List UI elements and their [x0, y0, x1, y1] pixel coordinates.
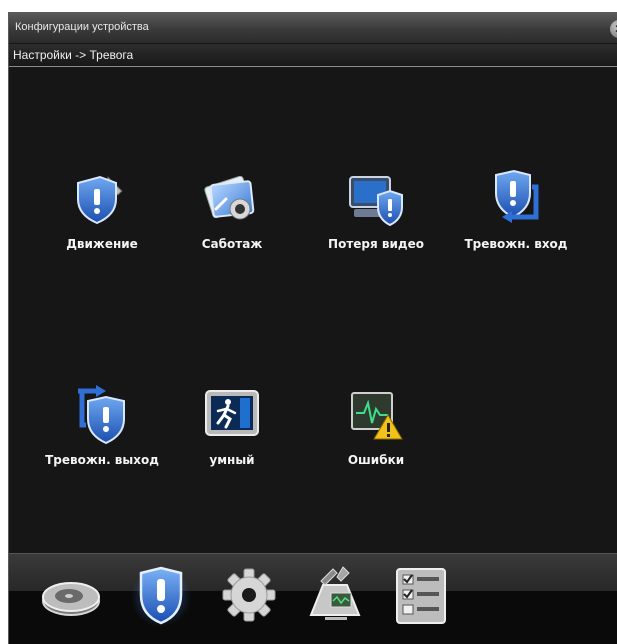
- camera-tamper-icon: [204, 175, 255, 220]
- tile-label: умный: [209, 453, 255, 467]
- system-tools-icon: [309, 566, 361, 620]
- tile-smart[interactable]: умный: [167, 385, 297, 495]
- alarm-menu-grid: Движение Саботаж Потеря видео Тревожн. в…: [9, 67, 617, 552]
- dock-tab-tools[interactable]: [303, 563, 367, 627]
- close-button[interactable]: ✕: [610, 20, 617, 38]
- breadcrumb: Настройки -> Тревога: [13, 48, 134, 62]
- tile-video-loss[interactable]: Потеря видео: [311, 169, 441, 279]
- breadcrumb-bar: Настройки -> Тревога: [9, 44, 617, 67]
- tile-label: Движение: [66, 237, 138, 251]
- shield-wrench-icon: [77, 175, 123, 225]
- device-config-window: Конфигурации устройства ✕ Настройки -> Т…: [8, 12, 617, 644]
- tile-tamper[interactable]: Саботаж: [167, 169, 297, 279]
- tile-motion[interactable]: Движение: [37, 169, 167, 279]
- dock-tab-storage[interactable]: [39, 563, 103, 627]
- bottom-dock: [9, 566, 617, 644]
- error-warning-monitor-icon: [351, 392, 403, 440]
- shield-arrow-in-icon: [495, 169, 539, 223]
- tile-alarm-output[interactable]: Тревожн. выход: [37, 385, 167, 495]
- tile-label: Потеря видео: [328, 237, 424, 251]
- exit-running-man-icon: [205, 390, 259, 436]
- checklist-icon: [396, 568, 446, 624]
- gear-icon: [222, 568, 276, 622]
- tile-alarm-input[interactable]: Тревожн. вход: [451, 169, 581, 279]
- tile-label: Тревожн. выход: [45, 453, 159, 467]
- title-bar[interactable]: Конфигурации устройства ✕: [9, 13, 617, 43]
- hard-disk-icon: [42, 582, 100, 616]
- video-loss-shield-icon: [349, 176, 403, 227]
- dock-tab-settings[interactable]: [217, 563, 281, 627]
- window-title: Конфигурации устройства: [15, 21, 149, 33]
- tile-label: Тревожн. вход: [464, 237, 568, 251]
- tile-errors[interactable]: Ошибки: [311, 385, 441, 495]
- alarm-shield-icon: [131, 566, 191, 627]
- tile-label: Саботаж: [201, 237, 263, 251]
- tile-label: Ошибки: [347, 453, 405, 467]
- shield-arrow-out-icon: [78, 385, 125, 445]
- dock-tab-alarm[interactable]: [129, 563, 193, 627]
- dock-tab-info[interactable]: [389, 563, 453, 627]
